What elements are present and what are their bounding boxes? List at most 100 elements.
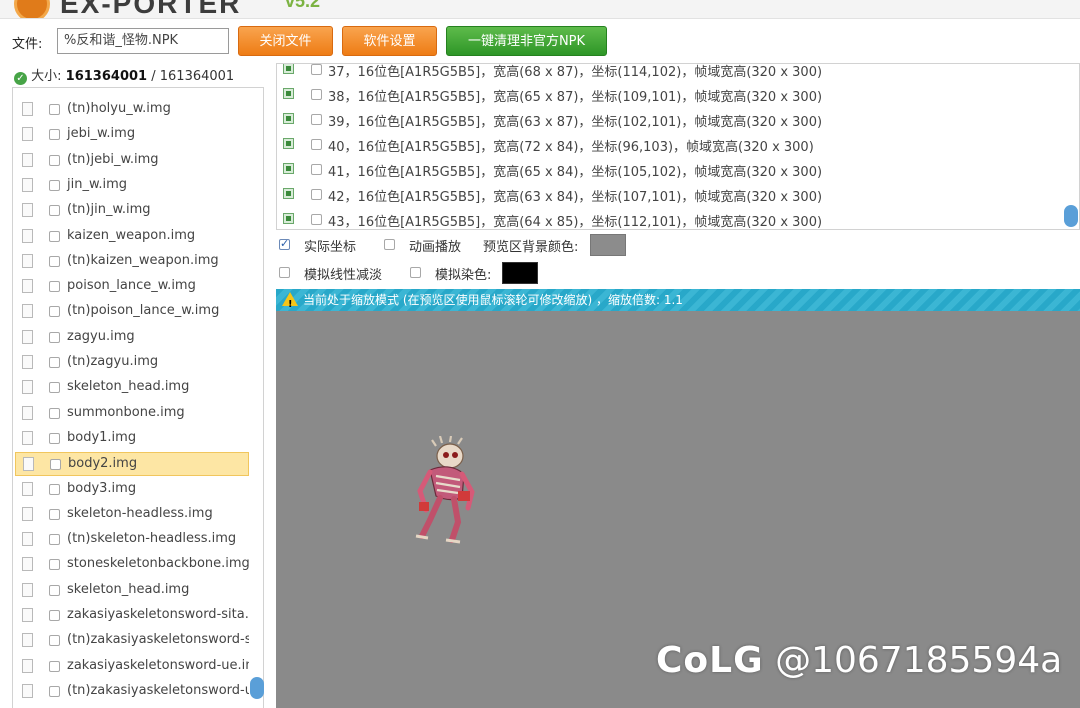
img-item-checkbox[interactable] — [49, 205, 60, 217]
img-item-checkbox[interactable] — [49, 660, 60, 672]
document-icon — [22, 228, 33, 243]
img-list-item[interactable]: jebi_w.img — [15, 123, 249, 147]
img-list-item[interactable]: summonbone.img — [15, 402, 249, 426]
frame-row[interactable]: 37，16位色[A1R5G5B5]，宽高(68 x 87)，坐标(114,102… — [277, 64, 1057, 82]
img-item-label: summonbone.img — [67, 404, 185, 420]
img-list-item[interactable]: zagyu.img — [15, 326, 249, 350]
img-list-item[interactable]: (tn)jin_w.img — [15, 199, 249, 223]
app-logo-icon — [14, 0, 50, 18]
img-list-item[interactable]: jin_w.img — [15, 174, 249, 198]
size-separator: / — [151, 69, 156, 84]
img-item-label: kaizen_weapon.img — [67, 227, 196, 243]
img-item-checkbox[interactable] — [49, 154, 60, 166]
img-list[interactable]: (tn)holyu_w.img jebi_w.img (tn)jebi_w.imgj… — [12, 87, 264, 708]
frame-list[interactable]: 37，16位色[A1R5G5B5]，宽高(68 x 87)，坐标(114,102… — [276, 63, 1080, 230]
img-list-item[interactable]: (tn)skeleton-headless.img — [15, 528, 249, 552]
frame-list-scrollbar[interactable] — [1064, 205, 1078, 227]
img-item-checkbox[interactable] — [49, 129, 60, 141]
watermark-handle: @1067185594a — [775, 640, 1063, 681]
frame-row[interactable]: 39，16位色[A1R5G5B5]，宽高(63 x 87)，坐标(102,101… — [277, 107, 1057, 132]
img-item-checkbox[interactable] — [49, 230, 60, 242]
img-list-scrollbar[interactable] — [250, 677, 264, 699]
img-item-checkbox[interactable] — [49, 306, 60, 318]
img-item-label: (tn)jebi_w.img — [67, 151, 159, 167]
img-list-item[interactable]: stoneskeletonbackbone.img — [15, 553, 249, 577]
img-list-item[interactable]: body1.img — [15, 427, 249, 451]
size-info: ✓ 大小: 161364001 / 161364001 — [14, 65, 234, 85]
img-item-checkbox[interactable] — [49, 382, 60, 394]
tint-color-swatch[interactable] — [502, 262, 538, 284]
img-item-label: poison_lance_w.img — [67, 278, 196, 294]
document-icon — [22, 658, 33, 673]
img-list-item[interactable]: (tn)holyu_w.img — [15, 98, 249, 122]
frame-checkbox[interactable] — [311, 114, 322, 125]
img-item-checkbox[interactable] — [49, 610, 60, 621]
img-item-label: zagyu.img — [67, 328, 135, 344]
settings-button[interactable]: 软件设置 — [342, 26, 437, 56]
img-list-item[interactable]: (tn)zagyu.img — [15, 351, 249, 375]
size-total: 161364001 — [159, 69, 235, 84]
img-item-checkbox[interactable] — [49, 483, 60, 495]
frame-checkbox[interactable] — [311, 64, 322, 75]
frame-row[interactable]: 38，16位色[A1R5G5B5]，宽高(65 x 87)，坐标(109,101… — [277, 82, 1057, 107]
img-list-item[interactable]: (tn)kaizen_weapon.img — [15, 250, 249, 274]
clean-npk-button[interactable]: 一键清理非官方NPK — [446, 26, 607, 56]
frame-row[interactable]: 42，16位色[A1R5G5B5]，宽高(63 x 84)，坐标(107,101… — [277, 182, 1057, 207]
frame-checkbox[interactable] — [311, 214, 322, 225]
img-list-item[interactable]: (tn)poison_lance_w.img — [15, 300, 249, 324]
img-item-checkbox[interactable] — [49, 584, 60, 596]
img-list-item[interactable]: (tn)zakasiyaskeletonsword-ue. — [15, 680, 249, 704]
file-path-input[interactable]: %反和谐_怪物.NPK — [57, 28, 229, 54]
img-item-checkbox[interactable] — [49, 508, 60, 520]
img-item-checkbox[interactable] — [49, 635, 60, 647]
frame-checkbox[interactable] — [311, 139, 322, 150]
img-list-item[interactable]: kaizen_weapon.img — [15, 225, 249, 249]
frame-row[interactable]: 40，16位色[A1R5G5B5]，宽高(72 x 84)，坐标(96,103)… — [277, 132, 1057, 157]
document-icon — [22, 329, 33, 344]
img-item-checkbox[interactable] — [49, 357, 60, 368]
frame-info: 40，16位色[A1R5G5B5]，宽高(72 x 84)，坐标(96,103)… — [328, 140, 814, 155]
frame-row[interactable]: 41，16位色[A1R5G5B5]，宽高(65 x 84)，坐标(105,102… — [277, 157, 1057, 182]
img-item-label: (tn)zakasiyaskeletonsword-sita — [67, 632, 249, 648]
img-item-checkbox[interactable] — [49, 407, 60, 419]
document-icon — [22, 102, 33, 116]
animate-checkbox[interactable] — [384, 239, 395, 250]
actual-coords-label: 实际坐标 — [304, 240, 357, 255]
linear-fade-checkbox[interactable] — [279, 267, 290, 278]
img-item-label: (tn)poison_lance_w.img — [67, 303, 220, 319]
img-item-checkbox[interactable] — [50, 459, 61, 471]
img-list-item[interactable]: poison_lance_w.img — [15, 275, 249, 299]
img-item-checkbox[interactable] — [49, 534, 60, 546]
img-item-checkbox[interactable] — [49, 281, 60, 293]
bg-color-swatch[interactable] — [590, 234, 626, 256]
img-item-checkbox[interactable] — [49, 685, 60, 697]
img-item-checkbox[interactable] — [49, 179, 60, 191]
img-list-item[interactable]: (tn)jebi_w.img — [15, 149, 249, 173]
document-icon — [22, 279, 33, 294]
tint-checkbox[interactable] — [410, 267, 421, 278]
img-item-checkbox[interactable] — [49, 559, 60, 571]
img-item-label: (tn)holyu_w.img — [67, 101, 171, 116]
img-item-checkbox[interactable] — [49, 104, 60, 115]
img-list-item[interactable]: skeleton_head.img — [15, 376, 249, 400]
frame-checkbox[interactable] — [311, 189, 322, 200]
img-list-item[interactable]: zakasiyaskeletonsword-sita.img — [15, 604, 249, 628]
img-item-label: zakasiyaskeletonsword-ue.img — [67, 657, 249, 673]
img-list-item[interactable]: body2.img — [15, 452, 249, 477]
img-list-item[interactable]: zakasiyaskeletonsword-ue.img — [15, 655, 249, 679]
img-list-item[interactable]: body3.img — [15, 478, 249, 502]
frame-checkbox[interactable] — [311, 89, 322, 100]
document-icon — [22, 532, 33, 547]
img-list-item[interactable]: (tn)zakasiyaskeletonsword-sita — [15, 629, 249, 653]
img-list-item[interactable]: skeleton_head.img — [15, 579, 249, 603]
frame-info: 37，16位色[A1R5G5B5]，宽高(68 x 87)，坐标(114,102… — [328, 65, 823, 80]
frame-row[interactable]: 43，16位色[A1R5G5B5]，宽高(64 x 85)，坐标(112,101… — [277, 207, 1057, 229]
frame-checkbox[interactable] — [311, 164, 322, 175]
img-item-checkbox[interactable] — [49, 255, 60, 267]
actual-coords-checkbox[interactable] — [279, 237, 290, 250]
img-item-checkbox[interactable] — [49, 432, 60, 444]
document-icon — [22, 304, 33, 319]
img-list-item[interactable]: skeleton-headless.img — [15, 503, 249, 527]
close-file-button[interactable]: 关闭文件 — [238, 26, 333, 56]
img-item-checkbox[interactable] — [49, 331, 60, 343]
